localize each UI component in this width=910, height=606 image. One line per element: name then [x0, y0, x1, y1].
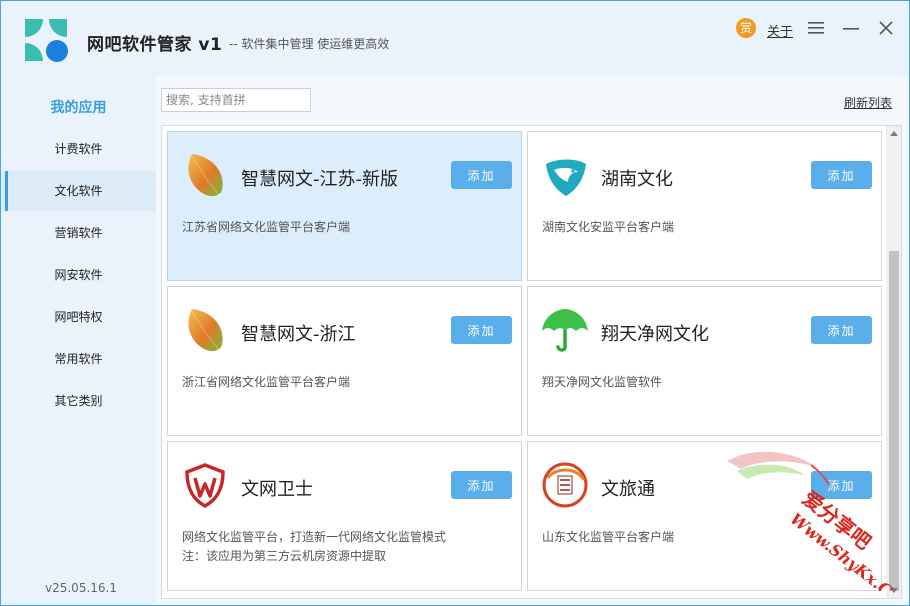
sidebar-header: 我的应用 — [50, 100, 107, 116]
app-name: 智慧网文-浙江 — [241, 324, 356, 345]
app-card-hunan[interactable]: 湖南文化 添加 湖南文化安监平台客户端 — [527, 131, 882, 281]
app-card-zhihui-zhejiang[interactable]: 智慧网文-浙江 添加 浙江省网络文化监管平台客户端 — [167, 286, 522, 436]
version-label: v25.05.16.1 — [45, 581, 117, 595]
app-card-xiangtian[interactable]: 翔天净网文化 添加 翔天净网文化监管软件 — [527, 286, 882, 436]
hamburger-menu-icon — [808, 22, 824, 34]
app-name: 湖南文化 — [601, 169, 673, 190]
app-description: 翔天净网文化监管软件 — [542, 375, 663, 389]
search-input[interactable] — [161, 88, 311, 112]
sidebar-item-other[interactable]: 其它类别 — [1, 381, 156, 421]
minimize-button[interactable] — [839, 15, 863, 41]
wenlvtong-seal-icon — [542, 462, 588, 508]
app-slogan: -- 软件集中管理 使运维更高效 — [229, 37, 390, 51]
leaf-icon — [188, 309, 223, 352]
add-button[interactable]: 添加 — [451, 471, 512, 499]
app-title: 网吧软件管家 v1 — [87, 35, 223, 55]
app-name: 智慧网文-江苏-新版 — [241, 169, 398, 190]
app-description: 网络文化监管平台，打造新一代网络文化监管模式 注：该应用为第三方云机房资源中提取 — [182, 528, 446, 566]
app-description: 湖南文化安监平台客户端 — [542, 220, 675, 234]
app-window: 网吧软件管家 v1 -- 软件集中管理 使运维更高效 赏 关于 我的应用 计费软… — [0, 0, 910, 606]
app-description: 山东文化监管平台客户端 — [542, 530, 675, 544]
app-description-line: 网络文化监管平台，打造新一代网络文化监管模式 — [182, 530, 447, 544]
app-description-note: 注：该应用为第三方云机房资源中提取 — [182, 549, 387, 563]
eagle-shield-icon — [546, 159, 586, 196]
scroll-thumb[interactable] — [889, 251, 899, 591]
sidebar-item-marketing[interactable]: 营销软件 — [1, 213, 156, 253]
add-button[interactable]: 添加 — [811, 161, 872, 189]
sidebar: 我的应用 计费软件 文化软件 营销软件 网安软件 网吧特权 常用软件 其它类别 … — [1, 77, 156, 605]
menu-button[interactable] — [804, 15, 828, 41]
sidebar-item-privileges[interactable]: 网吧特权 — [1, 297, 156, 337]
app-description: 江苏省网络文化监管平台客户端 — [182, 220, 351, 234]
leaf-icon — [188, 154, 223, 197]
umbrella-icon — [542, 309, 588, 352]
app-grid: 智慧网文-江苏-新版 添加 江苏省网络文化监管平台客户端 湖南文化 添加 湖南文… — [161, 125, 902, 599]
app-card-zhihui-jiangsu[interactable]: 智慧网文-江苏-新版 添加 江苏省网络文化监管平台客户端 — [167, 131, 522, 281]
app-name: 翔天净网文化 — [601, 324, 709, 345]
sidebar-item-security[interactable]: 网安软件 — [1, 255, 156, 295]
app-card-wenwang-weishi[interactable]: 文网卫士 添加 网络文化监管平台，打造新一代网络文化监管模式 注：该应用为第三方… — [167, 441, 522, 591]
app-card-wenlvtong[interactable]: 文旅通 添加 山东文化监管平台客户端 — [527, 441, 882, 591]
close-button[interactable] — [874, 15, 898, 41]
vertical-scrollbar[interactable] — [886, 126, 901, 598]
w-shield-icon — [185, 463, 225, 508]
app-name: 文网卫士 — [241, 479, 313, 500]
scroll-down-arrow-icon[interactable] — [890, 588, 898, 593]
sidebar-item-culture[interactable]: 文化软件 — [1, 171, 156, 211]
sidebar-item-common[interactable]: 常用软件 — [1, 339, 156, 379]
donate-badge[interactable]: 赏 — [736, 18, 756, 38]
about-link[interactable]: 关于 — [767, 21, 793, 40]
add-button[interactable]: 添加 — [451, 161, 512, 189]
minimize-icon — [843, 28, 859, 30]
refresh-list-link[interactable]: 刷新列表 — [844, 94, 892, 111]
title-bar: 网吧软件管家 v1 -- 软件集中管理 使运维更高效 赏 关于 — [1, 1, 909, 77]
sidebar-item-billing[interactable]: 计费软件 — [1, 129, 156, 169]
add-button[interactable]: 添加 — [811, 316, 872, 344]
app-name: 文旅通 — [601, 479, 655, 500]
app-description: 浙江省网络文化监管平台客户端 — [182, 375, 351, 389]
scroll-up-arrow-icon[interactable] — [890, 131, 898, 136]
close-icon — [879, 21, 893, 35]
add-button[interactable]: 添加 — [811, 471, 872, 499]
app-logo-icon — [25, 19, 68, 62]
add-button[interactable]: 添加 — [451, 316, 512, 344]
